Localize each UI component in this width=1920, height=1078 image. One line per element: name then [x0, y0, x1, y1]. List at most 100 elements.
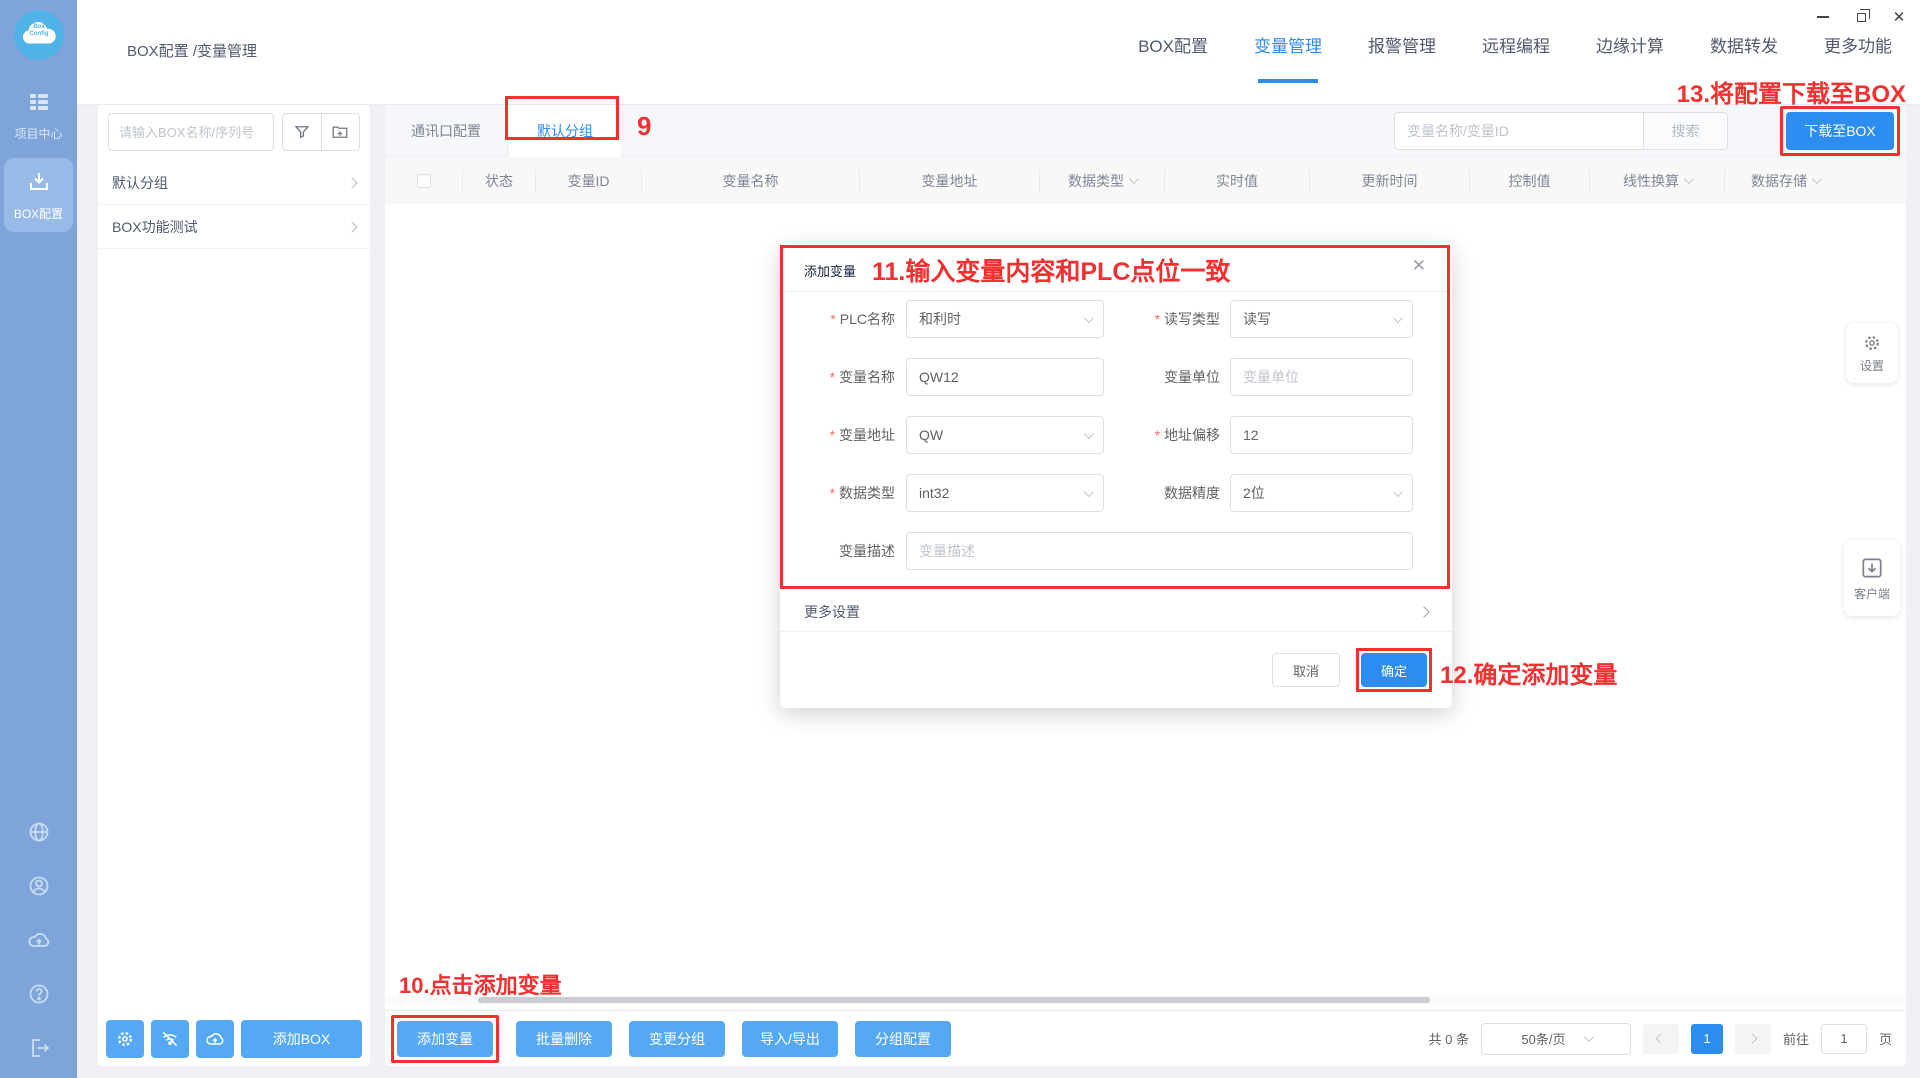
bottom-toolbar: 添加变量 批量删除 变更分组 导入/导出 分组配置 共 0 条 50条/页 1 …	[385, 1010, 1906, 1066]
sidebar-bottom-icons	[0, 820, 77, 1060]
help-icon[interactable]	[27, 982, 51, 1006]
sidebar-item-project-center[interactable]: 项目中心	[0, 90, 77, 142]
add-variable-button[interactable]: 添加变量	[397, 1021, 493, 1057]
chevron-down-icon	[1084, 429, 1094, 439]
nav-box-config[interactable]: BOX配置	[1138, 32, 1208, 57]
wifi-off-button[interactable]	[151, 1020, 189, 1058]
chevron-right-icon	[346, 177, 357, 188]
import-export-button[interactable]: 导入/导出	[742, 1021, 838, 1057]
sidebar: BoxConfig 项目中心 BOX配置	[0, 0, 77, 1078]
nav-edge-computing[interactable]: 边缘计算	[1596, 32, 1664, 57]
goto-page-input[interactable]	[1821, 1024, 1867, 1054]
top-nav: BOX配置 变量管理 报警管理 远程编程 边缘计算 数据转发 更多功能	[1138, 32, 1892, 57]
nav-more-functions[interactable]: 更多功能	[1824, 32, 1892, 57]
pagination-total: 共 0 条	[1429, 1029, 1469, 1048]
variable-address-select[interactable]: QW	[906, 416, 1104, 454]
nav-data-forwarding[interactable]: 数据转发	[1710, 32, 1778, 57]
breadcrumb: BOX配置 /变量管理	[127, 40, 257, 61]
goto-label: 前往	[1783, 1029, 1809, 1048]
nav-remote-programming[interactable]: 远程编程	[1482, 32, 1550, 57]
chevron-right-icon	[1418, 606, 1429, 617]
prev-page-button[interactable]	[1643, 1024, 1679, 1054]
address-offset-field	[1230, 416, 1413, 454]
download-to-box-button[interactable]: 下载至BOX	[1786, 112, 1894, 150]
horizontal-scrollbar-thumb[interactable]	[478, 997, 1430, 1003]
data-type-select[interactable]: int32	[906, 474, 1104, 512]
sidebar-item-box-config[interactable]: BOX配置	[4, 158, 73, 232]
floating-client-button[interactable]: 客户端	[1844, 540, 1900, 616]
settings-gear-button[interactable]	[106, 1020, 144, 1058]
variable-search-group: 搜索	[1394, 112, 1728, 150]
variable-unit-label: 变量单位	[1140, 367, 1220, 387]
user-account-icon[interactable]	[27, 874, 51, 898]
cloud-sync-icon[interactable]	[27, 928, 51, 952]
filter-chevron-icon	[1684, 174, 1694, 184]
chevron-left-icon	[1656, 1034, 1666, 1044]
add-group-folder-icon[interactable]	[321, 114, 360, 150]
page-size-select[interactable]: 50条/页	[1481, 1023, 1631, 1055]
dialog-close-icon[interactable]: ✕	[1412, 256, 1426, 276]
group-config-button[interactable]: 分组配置	[855, 1021, 951, 1057]
dialog-row-5: 变量描述	[804, 532, 1428, 570]
dialog-footer: 取消 确定	[1272, 648, 1432, 692]
variable-unit-field	[1230, 358, 1413, 396]
window-controls: ✕	[1816, 6, 1906, 28]
cloud-upload-button[interactable]	[196, 1020, 234, 1058]
box-list-tools	[282, 113, 360, 151]
group-item-box-function-test[interactable]: BOX功能测试	[98, 205, 370, 249]
variable-name-field	[906, 358, 1104, 396]
annotation-step11: 11.输入变量内容和PLC点位一致	[872, 252, 1230, 288]
address-offset-input[interactable]	[1243, 427, 1400, 443]
language-globe-icon[interactable]	[27, 820, 51, 844]
variable-unit-input[interactable]	[1243, 369, 1400, 385]
search-button[interactable]: 搜索	[1644, 112, 1728, 150]
tab-default-group[interactable]: 默认分组	[509, 105, 621, 157]
annotation-box-step13: 下载至BOX	[1780, 106, 1900, 156]
header-bar: BOX配置 /变量管理 BOX配置 变量管理 报警管理 远程编程 边缘计算 数据…	[77, 0, 1920, 105]
settings-label: 设置	[1860, 357, 1884, 374]
chevron-down-icon	[1393, 313, 1403, 323]
filter-funnel-icon[interactable]	[283, 114, 321, 150]
col-update-time: 更新时间	[1310, 169, 1470, 193]
box-panel-toolbar: 添加BOX	[106, 1020, 362, 1058]
table-header: 状态 变量ID 变量名称 变量地址 数据类型 实时值 更新时间 控制值 线性换算…	[385, 157, 1906, 204]
col-data-storage[interactable]: 数据存储	[1725, 169, 1845, 193]
next-page-button[interactable]	[1735, 1024, 1771, 1054]
rw-type-select[interactable]: 读写	[1230, 300, 1413, 338]
change-group-button[interactable]: 变更分组	[629, 1021, 725, 1057]
col-data-type[interactable]: 数据类型	[1040, 169, 1165, 193]
variable-search-input[interactable]	[1394, 112, 1644, 150]
page-unit-label: 页	[1879, 1029, 1892, 1048]
variable-name-input[interactable]	[919, 369, 1091, 385]
nav-variable-management[interactable]: 变量管理	[1254, 32, 1322, 57]
current-page-button[interactable]: 1	[1691, 1024, 1723, 1054]
confirm-button[interactable]: 确定	[1361, 653, 1427, 687]
dialog-row-3: 变量地址 QW * 地址偏移	[804, 416, 1428, 454]
col-variable-address: 变量地址	[860, 169, 1040, 193]
chevron-right-icon	[346, 221, 357, 232]
data-precision-select[interactable]: 2位	[1230, 474, 1413, 512]
sidebar-item-label: 项目中心	[0, 125, 77, 142]
col-status: 状态	[463, 169, 536, 193]
tab-comm-port-config[interactable]: 通讯口配置	[385, 105, 508, 157]
window-close-button[interactable]: ✕	[1892, 10, 1906, 24]
logout-icon[interactable]	[27, 1036, 51, 1060]
more-settings-row[interactable]: 更多设置	[780, 592, 1452, 632]
group-item-default[interactable]: 默认分组	[98, 161, 370, 205]
variable-desc-input[interactable]	[919, 543, 1400, 559]
plc-name-select[interactable]: 和利时	[906, 300, 1104, 338]
window-restore-button[interactable]	[1854, 10, 1868, 24]
add-box-button[interactable]: 添加BOX	[241, 1020, 362, 1058]
cancel-button[interactable]: 取消	[1272, 653, 1340, 687]
col-linear-scaling[interactable]: 线性换算	[1590, 169, 1725, 193]
select-all-checkbox[interactable]	[417, 174, 431, 188]
box-search-input[interactable]	[108, 113, 274, 151]
app-window: BoxConfig 项目中心 BOX配置	[0, 0, 1920, 1078]
address-offset-label: * 地址偏移	[1140, 425, 1220, 445]
batch-delete-button[interactable]: 批量删除	[516, 1021, 612, 1057]
floating-settings-button[interactable]: 设置	[1846, 323, 1898, 383]
window-minimize-button[interactable]	[1816, 10, 1830, 24]
variable-desc-field	[906, 532, 1413, 570]
nav-alarm-management[interactable]: 报警管理	[1368, 32, 1436, 57]
pagination: 共 0 条 50条/页 1 前往 页	[1429, 1023, 1893, 1055]
